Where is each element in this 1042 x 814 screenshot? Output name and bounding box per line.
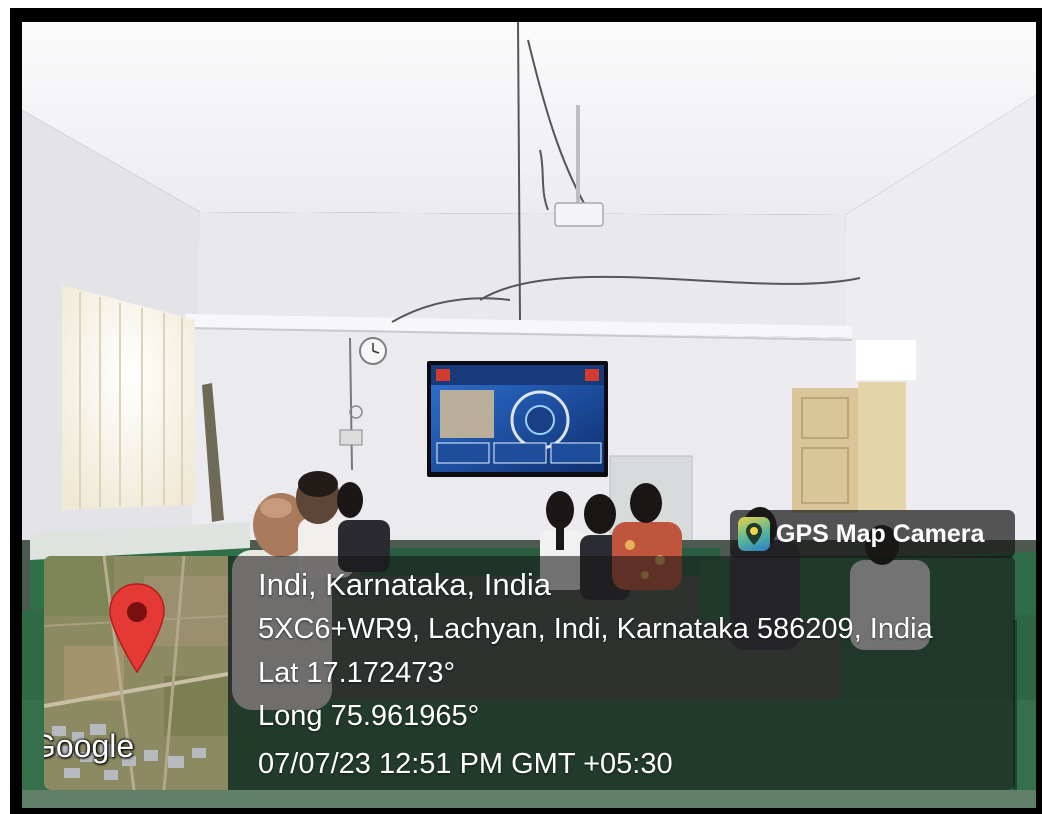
google-logo-label: Google: [44, 728, 135, 764]
right-door: [792, 382, 906, 513]
latitude-value: Lat 17.172473°: [258, 657, 456, 689]
tv-screen: [427, 361, 608, 477]
projector: [554, 202, 604, 227]
gps-map-camera-label: GPS Map Camera: [776, 520, 985, 548]
right-window: [856, 340, 916, 380]
gps-map-camera-badge[interactable]: GPS Map Camera: [730, 510, 1015, 558]
location-title: Indi, Karnataka, India: [258, 567, 551, 602]
map-thumbnail[interactable]: Google: [44, 556, 228, 790]
left-window: [62, 285, 195, 510]
ceiling: [22, 22, 1036, 215]
location-address: 5XC6+WR9, Lachyan, Indi, Karnataka 58620…: [258, 613, 933, 645]
longitude-value: Long 75.961965°: [258, 700, 480, 732]
gps-map-camera-icon: [738, 517, 770, 551]
datetime-value: 07/07/23 12:51 PM GMT +05:30: [258, 748, 673, 780]
switch-board: [339, 429, 363, 446]
